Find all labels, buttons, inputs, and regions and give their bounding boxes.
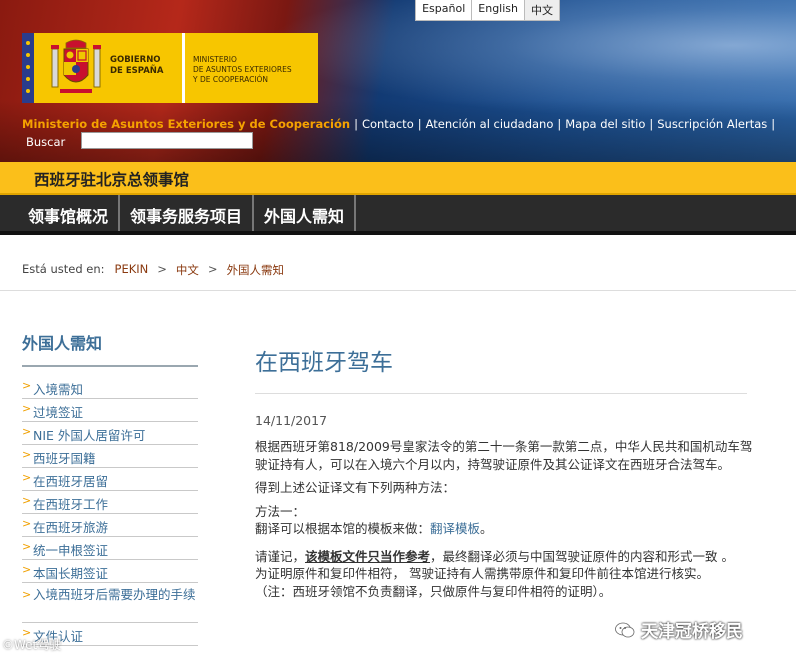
header-fade [0, 100, 796, 162]
caret-icon: > [22, 471, 32, 484]
link-contacto[interactable]: Contacto [359, 117, 417, 131]
article-title: 在西班牙驾车 [255, 350, 393, 376]
consulate-title[interactable]: 西班牙驻北京总领事馆 [34, 168, 189, 190]
search-input[interactable] [81, 132, 253, 149]
method-one-text: 翻译可以根据本馆的模板来做：翻译模板。 [255, 521, 493, 536]
article-paragraph: 根据西班牙第818/2009号皇家法令的第二十一条第一款第二点，中华人民共和国机… [255, 439, 753, 472]
eu-stripe [22, 33, 34, 103]
ministerio-panel: MINISTERIO DE ASUNTOS EXTERIORES Y DE CO… [185, 33, 318, 103]
article-divider [255, 393, 747, 394]
sidebar-item-nie[interactable]: > NIE 外国人居留许可 [22, 422, 198, 445]
breadcrumb-pekin[interactable]: PEKIN [115, 262, 149, 278]
link-mapa[interactable]: Mapa del sitio [562, 117, 648, 131]
breadcrumb-arrow-icon: > [157, 262, 167, 276]
watermark-right: 天津冠桥移民 [615, 617, 743, 642]
translation-template-link[interactable]: 翻译模板 [430, 521, 480, 536]
sidebar-item-label: 入境西班牙后需要办理的手续 [33, 587, 196, 602]
watermark-left: ©Wet驾驶 [2, 638, 62, 652]
caret-icon: > [22, 563, 32, 576]
sidebar-item-after-entry[interactable]: > 入境西班牙后需要办理的手续 [22, 583, 198, 623]
language-switcher: Español English 中文 [415, 0, 560, 21]
sidebar-item-work[interactable]: > 在西班牙工作 [22, 491, 198, 514]
main-nav: 领事馆概况 领事务服务项目 外国人需知 [0, 195, 796, 235]
method-one-label: 方法一： [255, 503, 306, 519]
note-emphasis: 该模板文件只当作参考 [305, 548, 431, 564]
sidebar-item-label: NIE 外国人居留许可 [33, 428, 146, 443]
link-atencion[interactable]: Atención al ciudadano [423, 117, 557, 131]
sidebar-item-transit-visa[interactable]: > 过境签证 [22, 399, 198, 422]
caret-icon: > [22, 448, 32, 461]
caret-icon: > [22, 402, 32, 415]
lang-espanol[interactable]: Español [416, 0, 473, 20]
caret-icon: > [22, 588, 32, 601]
caret-icon: > [22, 540, 32, 553]
sidebar-item-label: 在西班牙居留 [33, 474, 109, 489]
gobierno-panel: GOBIERNO DE ESPAÑA [22, 33, 182, 103]
sidebar-title: 外国人需知 [22, 334, 103, 353]
nav-consular-services[interactable]: 领事务服务项目 [120, 195, 255, 231]
sidebar-item-nationality[interactable]: > 西班牙国籍 [22, 445, 198, 468]
sidebar-item-label: 西班牙国籍 [33, 451, 96, 466]
sidebar-item-label: 入境需知 [33, 382, 84, 397]
lang-chinese[interactable]: 中文 [525, 0, 559, 20]
sidebar-item-label: 过境签证 [33, 405, 84, 420]
breadcrumb-chinese[interactable]: 中文 [176, 262, 199, 278]
link-ministerio[interactable]: Ministerio de Asuntos Exteriores y de Co… [20, 117, 353, 131]
sidebar-item-tourism[interactable]: > 在西班牙旅游 [22, 514, 198, 537]
top-links: Ministerio de Asuntos Exteriores y de Co… [20, 117, 776, 131]
sidebar-item-national-visa[interactable]: > 本国长期签证 [22, 560, 198, 583]
sidebar-item-schengen[interactable]: > 统一申根签证 [22, 537, 198, 560]
lang-english[interactable]: English [472, 0, 525, 20]
coat-of-arms-icon [51, 39, 101, 93]
article-body: 根据西班牙第818/2009号皇家法令的第二十一条第一款第二点，中华人民共和国机… [255, 438, 755, 600]
breadcrumb-arrow-icon: > [207, 262, 218, 276]
note-line-2: 为证明原件和复印件相符， 驾驶证持有人需携带原件和复印件前往本馆进行核实。 [255, 566, 709, 581]
breadcrumb-label: Está usted en: [22, 262, 105, 276]
note-line-1: 请谨记，该模板文件只当作参考，最终翻译必须与中国驾驶证原件的内容和形式一致 。 [255, 548, 735, 564]
divider [0, 290, 796, 291]
nav-foreigner-info[interactable]: 外国人需知 [254, 195, 357, 231]
search-label: Buscar [26, 135, 66, 149]
note-line-3: （注：西班牙领馆不负责翻译，只做原件与复印件相符的证明）。 [255, 583, 612, 599]
gobierno-text: GOBIERNO DE ESPAÑA [110, 55, 164, 76]
sidebar-menu: > 入境需知 > 过境签证 > NIE 外国人居留许可 > 西班牙国籍 > 在西班牙居留 … [22, 376, 198, 646]
site-header: Español English 中文 GOBIERNO DE ESPAÑA MI… [0, 0, 796, 162]
sidebar-divider [22, 365, 198, 367]
government-logo[interactable]: GOBIERNO DE ESPAÑA MINISTERIO DE ASUNTOS… [22, 33, 318, 103]
breadcrumb: Está usted en: PEKIN > 中文 > 外国人需知 [22, 262, 284, 278]
sidebar-item-label: 在西班牙旅游 [33, 520, 109, 535]
ministerio-text: MINISTERIO DE ASUNTOS EXTERIORES Y DE CO… [193, 55, 292, 84]
caret-icon: > [22, 425, 32, 438]
sidebar-item-residence[interactable]: > 在西班牙居留 [22, 468, 198, 491]
breadcrumb-foreigner[interactable]: 外国人需知 [227, 262, 285, 278]
nav-consulate-overview[interactable]: 领事馆概况 [0, 195, 121, 231]
sidebar-item-label: 在西班牙工作 [33, 497, 109, 512]
article-paragraph: 得到上述公证译文有下列两种方法： [255, 480, 456, 495]
link-suscripcion[interactable]: Suscripción Alertas [654, 117, 770, 131]
article-date: 14/11/2017 [255, 413, 328, 428]
caret-icon: > [22, 379, 32, 392]
link-separator: | [771, 117, 776, 131]
sidebar-item-label: 统一申根签证 [33, 543, 109, 558]
wechat-icon [615, 622, 635, 637]
sidebar-item-entry[interactable]: > 入境需知 [22, 376, 198, 399]
caret-icon: > [22, 517, 32, 530]
caret-icon: > [22, 494, 32, 507]
consulate-banner: 西班牙驻北京总领事馆 [0, 162, 796, 195]
sidebar-item-label: 本国长期签证 [33, 566, 109, 581]
